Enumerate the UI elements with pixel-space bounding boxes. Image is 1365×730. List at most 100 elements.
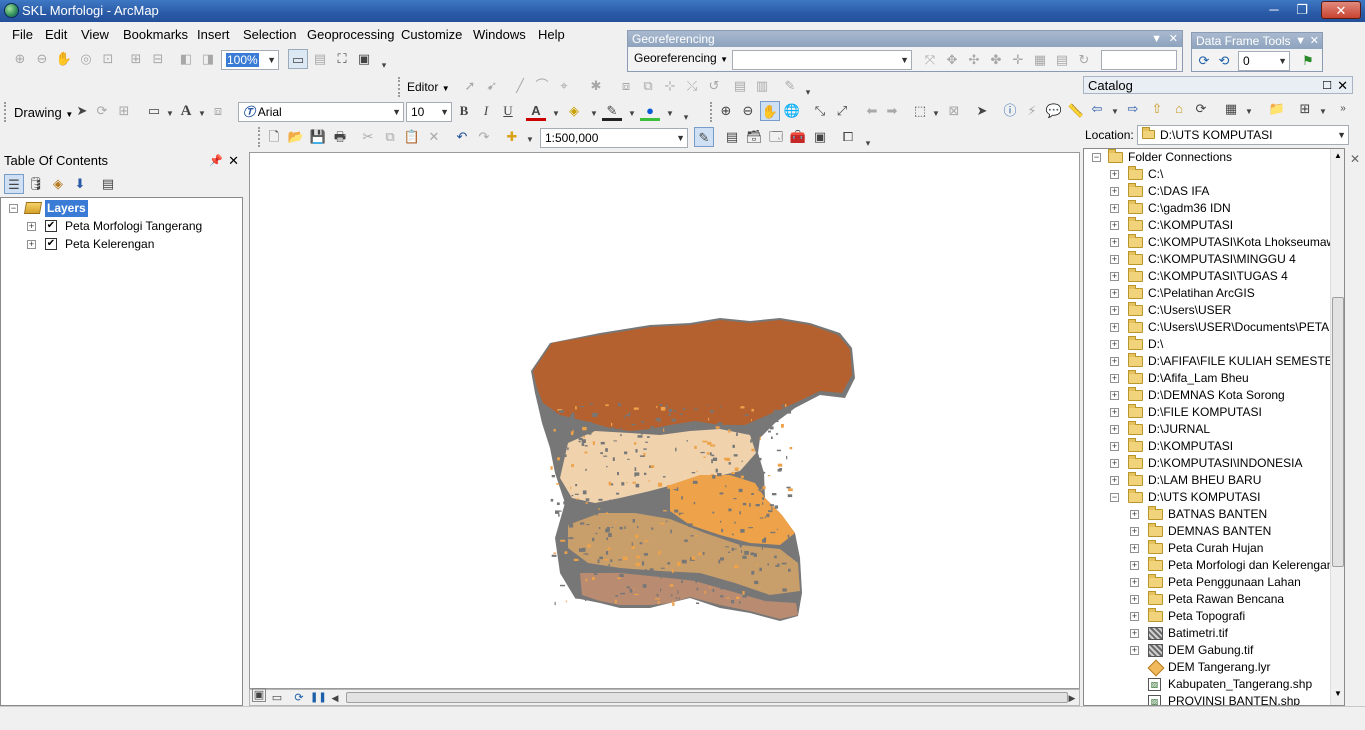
catalog-folder-item[interactable]: + C:\KOMPUTASI\Kota Lhokseumaw bbox=[1110, 234, 1335, 251]
layout-view-icon[interactable]: ▭ bbox=[288, 49, 308, 69]
shift-icon[interactable]: ✥ bbox=[942, 50, 962, 70]
close-icon[interactable]: ✕ bbox=[1310, 33, 1319, 49]
editor-menu[interactable]: Editor ▼ bbox=[407, 80, 450, 94]
bold-button[interactable]: B bbox=[454, 101, 474, 121]
catalog-vertical-scrollbar[interactable]: ▲ ▼ bbox=[1330, 149, 1344, 705]
expand-icon[interactable]: + bbox=[1130, 561, 1139, 570]
expand-icon[interactable]: + bbox=[1110, 323, 1119, 332]
back-extent-icon[interactable]: ◧ bbox=[176, 49, 196, 69]
undo-icon[interactable]: ↶ bbox=[452, 127, 472, 147]
back-arrow-icon[interactable]: ⇦ bbox=[1087, 99, 1107, 119]
collapse-icon[interactable]: − bbox=[9, 204, 18, 213]
create-features-icon[interactable]: ✎ bbox=[780, 76, 800, 96]
expand-icon[interactable]: + bbox=[1130, 527, 1139, 536]
menu-customize[interactable]: Customize bbox=[401, 27, 462, 42]
horizontal-scroll-thumb[interactable] bbox=[346, 692, 1068, 703]
collapse-icon[interactable]: − bbox=[1110, 493, 1119, 502]
copy-icon[interactable]: ⧉ bbox=[380, 127, 400, 147]
expand-icon[interactable]: + bbox=[1110, 374, 1119, 383]
chevron-down-icon[interactable]: ▼ bbox=[1239, 102, 1259, 122]
catalog-child-item[interactable]: + Peta Curah Hujan bbox=[1130, 540, 1330, 557]
pan-tool-icon[interactable]: ✋ bbox=[760, 101, 780, 121]
go-forward-icon[interactable]: ➡ bbox=[882, 101, 902, 121]
python-window-icon[interactable]: ▣ bbox=[810, 127, 830, 147]
home-icon[interactable]: ⌂ bbox=[1169, 99, 1189, 119]
georeferencing-menu[interactable]: Georeferencing ▼ bbox=[634, 51, 728, 65]
zoom-out-fixed-icon[interactable]: ⊖ bbox=[32, 49, 52, 69]
catalog-folder-item[interactable]: + D:\Afifa_Lam Bheu bbox=[1110, 370, 1330, 387]
expand-icon[interactable]: + bbox=[1110, 442, 1119, 451]
clear-rotation-icon[interactable]: ⟲ bbox=[1214, 51, 1234, 71]
menu-edit[interactable]: Edit bbox=[45, 27, 67, 42]
expand-icon[interactable]: + bbox=[1130, 595, 1139, 604]
select-elements-nav-icon[interactable]: ➤ bbox=[972, 101, 992, 121]
expand-icon[interactable]: + bbox=[1110, 255, 1119, 264]
list-by-drawing-order-icon[interactable]: ☰ bbox=[4, 174, 24, 194]
change-layout-icon[interactable]: ▣ bbox=[354, 49, 374, 69]
select-link-icon[interactable]: ✛ bbox=[1008, 50, 1028, 70]
expand-icon[interactable]: + bbox=[1110, 408, 1119, 417]
expand-icon[interactable]: + bbox=[1110, 272, 1119, 281]
layer-visibility-checkbox[interactable]: ✔ bbox=[45, 220, 57, 232]
vertical-scroll-thumb[interactable] bbox=[1332, 297, 1344, 567]
rotate-icon[interactable]: ⤧ bbox=[920, 50, 940, 70]
zoom-in-fixed-icon[interactable]: ⊕ bbox=[10, 49, 30, 69]
menu-view[interactable]: View bbox=[81, 27, 109, 42]
toolbar-grip[interactable] bbox=[258, 127, 262, 147]
pause-drawing-icon[interactable]: ❚❚ bbox=[310, 688, 327, 708]
view-options-icon[interactable]: ▦ bbox=[1221, 99, 1241, 119]
catalog-folder-item[interactable]: + C:\Users\USER\Documents\PETA S bbox=[1110, 319, 1340, 336]
forward-extent-icon[interactable]: ◨ bbox=[198, 49, 218, 69]
sketch-undo-icon[interactable]: ↺ bbox=[704, 76, 724, 96]
close-icon[interactable]: ✕ bbox=[228, 152, 239, 170]
font-color-icon[interactable]: A bbox=[526, 101, 546, 121]
catalog-folder-item[interactable]: + D:\KOMPUTASI\INDONESIA bbox=[1110, 455, 1330, 472]
catalog-folder-item[interactable]: + D:\JURNAL bbox=[1110, 421, 1330, 438]
underline-button[interactable]: U bbox=[498, 101, 518, 121]
catalog-child-item[interactable]: + BATNAS BANTEN bbox=[1130, 506, 1330, 523]
expand-icon[interactable]: + bbox=[27, 222, 36, 231]
catalog-folder-item[interactable]: + C:\Users\USER bbox=[1110, 302, 1330, 319]
print-icon[interactable]: 🖶 bbox=[330, 127, 350, 147]
expand-icon[interactable]: + bbox=[1130, 544, 1139, 553]
chevron-down-icon[interactable]: ▼ bbox=[584, 104, 604, 124]
font-size-combo[interactable]: 10 ▼ bbox=[406, 102, 452, 122]
menu-insert[interactable]: Insert bbox=[197, 27, 230, 42]
catalog-folder-item[interactable]: + C:\DAS IFA bbox=[1110, 183, 1330, 200]
collapse-icon[interactable]: − bbox=[1092, 153, 1101, 162]
focus-frame-icon[interactable]: ⛶ bbox=[332, 49, 352, 69]
auto-registration-icon[interactable]: ✤ bbox=[986, 50, 1006, 70]
catalog-folder-item[interactable]: + D:\DEMNAS Kota Sorong bbox=[1110, 387, 1330, 404]
expand-icon[interactable]: + bbox=[1110, 357, 1119, 366]
zoom-whole-page-icon[interactable]: ⊞ bbox=[126, 49, 146, 69]
link-table-icon[interactable]: ▤ bbox=[1052, 50, 1072, 70]
catalog-child-item[interactable]: + Batimetri.tif bbox=[1130, 625, 1330, 642]
more-tools-icon[interactable]: » bbox=[1333, 99, 1353, 119]
menu-file[interactable]: File bbox=[12, 27, 33, 42]
fixed-zoom-out-icon[interactable]: ⤢ bbox=[832, 101, 852, 121]
marker-color-icon[interactable]: ● bbox=[640, 101, 660, 121]
close-icon[interactable]: ✕ bbox=[1337, 77, 1348, 95]
zoom-percent-combo[interactable]: 100% ▼ bbox=[221, 50, 279, 70]
menu-geoprocessing[interactable]: Geoprocessing bbox=[307, 27, 394, 42]
catalog-folder-item[interactable]: + C:\KOMPUTASI\TUGAS 4 bbox=[1110, 268, 1330, 285]
catalog-child-item[interactable]: ▨ PROVINSI BANTEN.shp bbox=[1130, 693, 1330, 705]
trace-icon[interactable]: ⌖ bbox=[554, 76, 574, 96]
layout-view-tab-icon[interactable]: ▭ bbox=[270, 688, 284, 708]
menu-windows[interactable]: Windows bbox=[473, 27, 526, 42]
zoom-selected-elements-icon[interactable]: ⊞ bbox=[114, 101, 134, 121]
hyperlink-icon[interactable]: ⚡ bbox=[1022, 101, 1042, 121]
select-elements-icon[interactable]: ➤ bbox=[72, 101, 92, 121]
close-icon[interactable]: ✕ bbox=[1169, 31, 1178, 47]
catalog-folder-item[interactable]: + C:\Pelatihan ArcGIS bbox=[1110, 285, 1330, 302]
expand-icon[interactable]: + bbox=[1110, 340, 1119, 349]
font-name-combo[interactable]: Ⓣ Arial ▼ bbox=[238, 102, 404, 122]
flag-icon[interactable]: ⚑ bbox=[1298, 51, 1318, 71]
toolbar-grip[interactable] bbox=[4, 102, 8, 122]
expand-icon[interactable]: + bbox=[1110, 425, 1119, 434]
line-color-icon[interactable]: ✎ bbox=[602, 101, 622, 121]
refresh-catalog-icon[interactable]: ⟳ bbox=[1191, 99, 1211, 119]
rotate-view-icon[interactable]: ↻ bbox=[1074, 50, 1094, 70]
menu-help[interactable]: Help bbox=[538, 27, 565, 42]
expand-icon[interactable]: + bbox=[1110, 221, 1119, 230]
